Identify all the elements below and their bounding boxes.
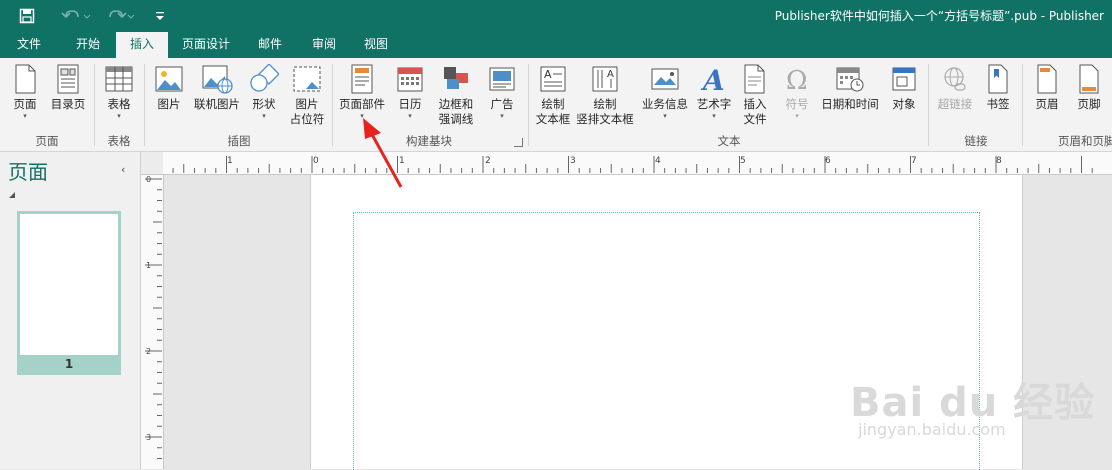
advertisements-button[interactable]: 广告 ▾ (484, 63, 520, 133)
header-icon (1031, 63, 1063, 95)
customize-icon[interactable] (152, 0, 168, 32)
save-icon[interactable] (14, 0, 40, 32)
picture-placeholder-icon (291, 63, 323, 95)
catalog-page-icon (52, 63, 84, 95)
ruler-label: 1 (227, 156, 233, 166)
bookmark-icon (982, 63, 1014, 95)
draw-textbox-button[interactable]: A 绘制 文本框 (532, 63, 574, 133)
dialog-launcher-icon[interactable] (514, 138, 523, 147)
window-title: Publisher软件中如何插入一个“方括号标题”.pub - Publishe… (774, 9, 1104, 23)
group-separator (94, 64, 95, 146)
group-separator (1022, 64, 1023, 146)
page-button[interactable]: 页面 ▾ (6, 63, 44, 133)
svg-text:A: A (700, 64, 725, 94)
date-time-icon (834, 63, 866, 95)
svg-text:A: A (544, 68, 552, 81)
page-thumbnail-number: 1 (64, 357, 74, 371)
object-icon (888, 63, 920, 95)
insert-file-button[interactable]: 插入 文件 (736, 63, 774, 133)
business-information-button[interactable]: 业务信息 ▾ (638, 63, 692, 133)
borders-accents-icon (440, 63, 472, 95)
svg-text:Ω: Ω (786, 66, 808, 93)
group-separator (144, 64, 145, 146)
table-icon (103, 63, 135, 95)
redo-icon[interactable] (102, 0, 138, 32)
group-label-tables: 表格 (107, 134, 131, 148)
wordart-icon: A (698, 63, 730, 95)
group-separator (528, 64, 529, 146)
tab-page-design[interactable]: 页面设计 (170, 32, 242, 58)
vertical-ruler[interactable]: 0 1 2 3 (141, 175, 164, 469)
footer-icon (1073, 63, 1105, 95)
hyperlink-button[interactable]: 超链接 (934, 63, 976, 133)
group-label-illustrations: 插图 (227, 134, 251, 148)
ruler-corner[interactable] (141, 152, 164, 175)
wordart-button[interactable]: A 艺术字 ▾ (694, 63, 734, 133)
business-info-icon (649, 63, 681, 95)
borders-accents-button[interactable]: 边框和 强调线 (430, 63, 482, 133)
ruler-label: 5 (740, 156, 746, 166)
calendar-icon (394, 63, 426, 95)
group-label-header-footer: 页眉和页脚 (1058, 134, 1112, 148)
ruler-label: 3 (146, 433, 151, 442)
page-parts-icon (346, 63, 378, 95)
tab-mailings[interactable]: 邮件 (246, 32, 294, 58)
ruler-label: 4 (655, 156, 661, 166)
online-picture-button[interactable]: 联机图片 (191, 63, 243, 133)
ruler-label: 1 (146, 261, 151, 270)
textbox-icon: A (537, 63, 569, 95)
hyperlink-icon (939, 63, 971, 95)
insert-file-icon (739, 63, 771, 95)
tab-file[interactable]: 文件 (6, 32, 52, 58)
online-picture-icon (201, 63, 233, 95)
watermark-url: jingyan.baidu.com (858, 420, 1006, 439)
undo-icon[interactable] (58, 0, 94, 32)
picture-icon (153, 63, 185, 95)
ruler-label: 3 (570, 156, 576, 166)
ruler-label: 7 (911, 156, 917, 166)
advertisement-icon (486, 63, 518, 95)
draw-vertical-textbox-button[interactable]: A 绘制 竖排文本框 (574, 63, 636, 133)
pages-pane-title: 页面 (8, 160, 48, 184)
expand-triangle-icon[interactable] (9, 192, 15, 198)
date-time-button[interactable]: 日期和时间 (818, 63, 882, 133)
ruler-label: 6 (825, 156, 831, 166)
ruler-label: 0 (313, 156, 319, 166)
object-button[interactable]: 对象 (886, 63, 922, 133)
ruler-label: 2 (146, 347, 151, 356)
group-label-pages: 页面 (35, 134, 59, 148)
catalog-page-button[interactable]: 目录页 (48, 63, 88, 133)
shapes-button[interactable]: 形状 ▾ (246, 63, 282, 133)
tab-insert[interactable]: 插入 (116, 32, 168, 58)
group-label-text: 文本 (717, 134, 741, 148)
group-separator (332, 64, 333, 146)
tab-home[interactable]: 开始 (62, 32, 114, 58)
shapes-icon (248, 63, 280, 95)
horizontal-ruler[interactable]: 1012345678 (163, 152, 1112, 175)
table-button[interactable]: 表格 ▾ (100, 63, 138, 133)
annotation-arrow (355, 115, 415, 194)
ruler-label: 0 (146, 175, 151, 184)
vertical-textbox-icon: A (589, 63, 621, 95)
page-thumbnail-preview (20, 214, 118, 355)
picture-placeholder-button[interactable]: 图片 占位符 (286, 63, 328, 133)
collapse-pane-icon[interactable]: ‹ (121, 163, 125, 176)
symbol-button[interactable]: Ω 符号 ▾ (778, 63, 816, 133)
tab-view[interactable]: 视图 (352, 32, 400, 58)
svg-text:A: A (607, 69, 614, 80)
footer-button[interactable]: 页脚 (1070, 63, 1108, 133)
picture-button[interactable]: 图片 (150, 63, 188, 133)
tab-review[interactable]: 审阅 (300, 32, 348, 58)
ruler-label: 2 (485, 156, 491, 166)
group-separator (928, 64, 929, 146)
group-label-links: 链接 (964, 134, 988, 148)
bookmark-button[interactable]: 书签 (980, 63, 1016, 133)
omega-icon: Ω (781, 63, 813, 95)
ruler-label: 8 (996, 156, 1002, 166)
page-icon (9, 63, 41, 95)
header-button[interactable]: 页眉 (1028, 63, 1066, 133)
